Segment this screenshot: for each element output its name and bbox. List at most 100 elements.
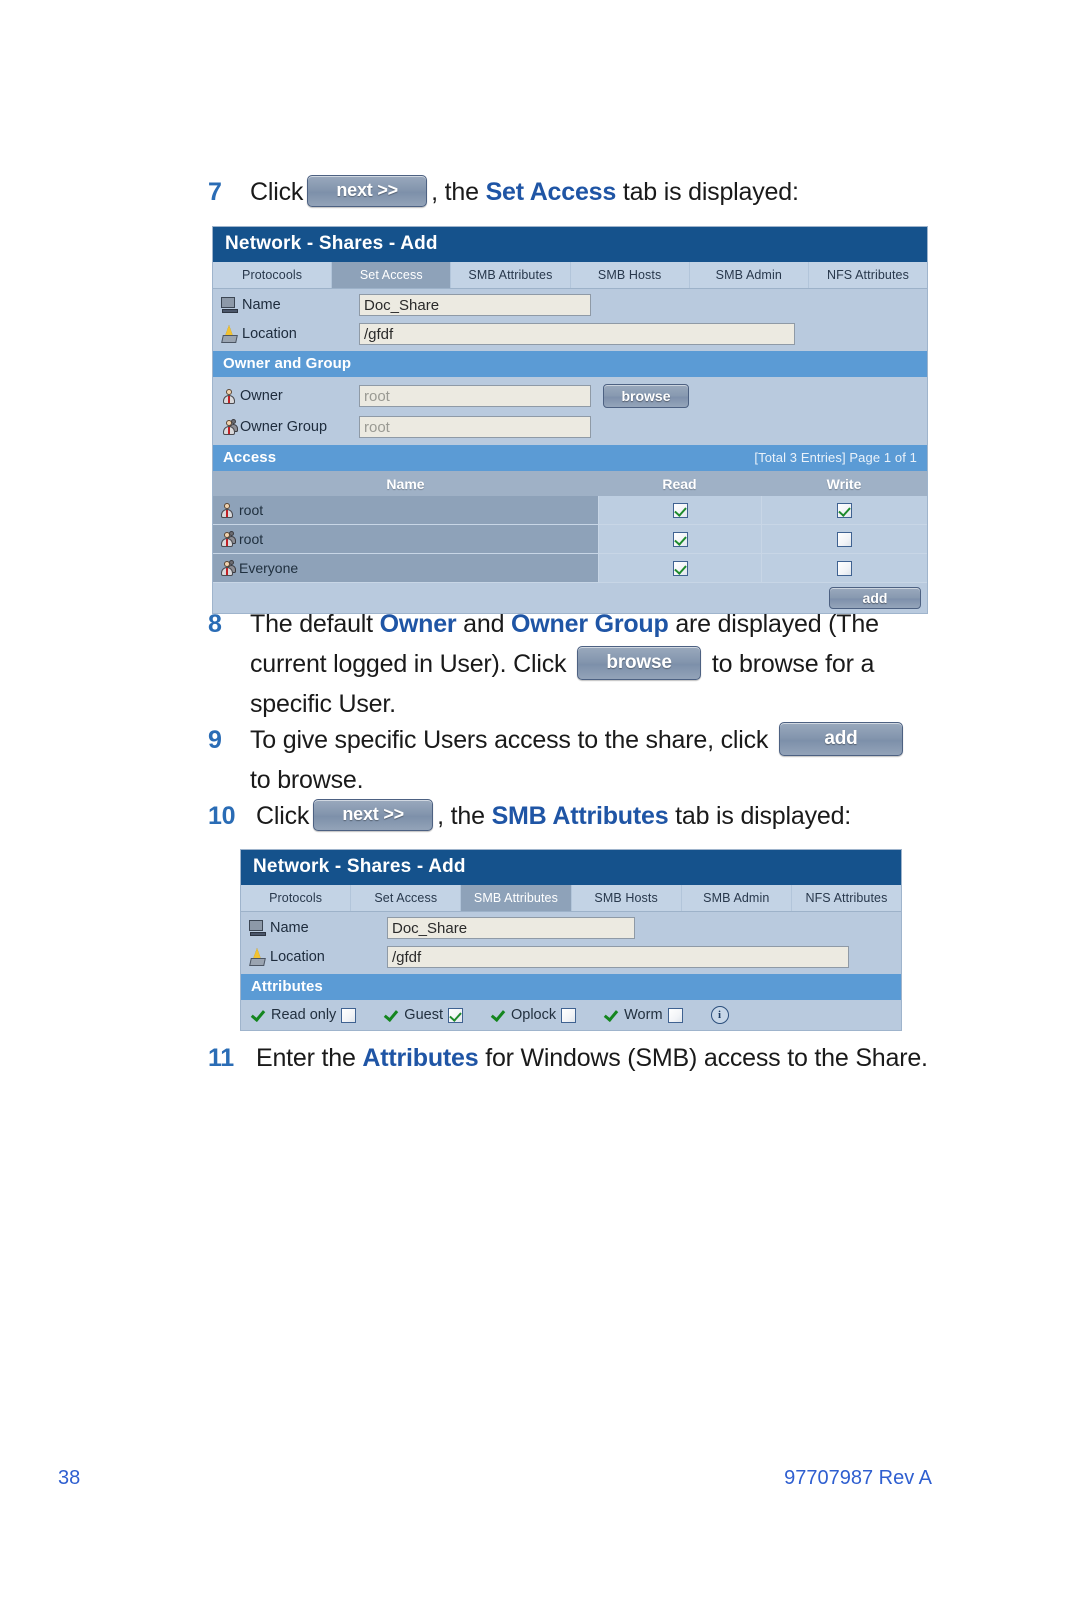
step-11-part1: Enter the: [256, 1044, 363, 1072]
info-icon[interactable]: i: [710, 1006, 729, 1024]
check-mark-icon: [491, 1008, 506, 1022]
name-input[interactable]: Doc_Share: [359, 294, 591, 316]
attribute-read-only-label: Read only: [271, 1007, 337, 1023]
row-name-cell: root: [213, 525, 598, 553]
oplock-checkbox[interactable]: [561, 1007, 577, 1023]
group-icon: [219, 559, 236, 577]
step-10: 10 Click next >>, the SMB Attributes tab …: [208, 796, 948, 836]
column-header-read: Read: [662, 475, 697, 492]
tab-set-access[interactable]: Set Access: [332, 262, 452, 288]
browse-button[interactable]: browse: [603, 384, 689, 408]
table-row[interactable]: root: [213, 496, 927, 525]
owner-group-field-row: Owner Group root: [213, 412, 927, 445]
tab-smb-admin[interactable]: SMB Admin: [689, 262, 809, 288]
table-row[interactable]: root: [213, 525, 927, 554]
attributes-label: Attributes: [251, 978, 323, 995]
column-header-write: Write: [826, 475, 862, 492]
owner-label: Owner: [240, 388, 283, 404]
row-write-cell[interactable]: [761, 554, 927, 582]
owner-and-group-section-bar: Owner and Group: [213, 351, 927, 377]
tab-nfs-attributes[interactable]: NFS Attributes: [791, 885, 902, 911]
step-11-emphasis: Attributes: [362, 1044, 479, 1072]
tab-protocols[interactable]: Protocols: [241, 885, 352, 911]
browse-button-inline-8[interactable]: browse: [577, 646, 702, 681]
attribute-guest-label: Guest: [404, 1007, 443, 1023]
step-8-part1: The default: [250, 610, 380, 638]
owner-group-input[interactable]: root: [359, 416, 591, 438]
tab-smb-hosts[interactable]: SMB Hosts: [570, 262, 690, 288]
row-read-cell[interactable]: [598, 496, 761, 524]
smb-title-bar: Network - Shares - Add: [241, 850, 901, 885]
check-mark-icon: [251, 1008, 266, 1022]
owner-input[interactable]: root: [359, 385, 591, 407]
tab-protocools[interactable]: Protocools: [213, 262, 333, 288]
share-icon: [249, 920, 268, 936]
user-icon: [221, 388, 238, 405]
set-access-title-bar: Network - Shares - Add: [213, 227, 927, 262]
next-button-inline-10[interactable]: next >>: [313, 799, 434, 832]
step-10-text-middle: , the: [437, 802, 492, 830]
tab-smb-attributes[interactable]: SMB Attributes: [461, 885, 572, 911]
step-7: 7 Click next >>, the Set Access tab is di…: [208, 172, 948, 212]
step-11: 11 Enter the Attributes for Windows (SMB…: [208, 1038, 948, 1078]
smb-tab-bar: Protocols Set Access SMB Attributes SMB …: [241, 885, 902, 912]
smb-location-input[interactable]: /gfdf: [387, 946, 849, 968]
owner-group-label: Owner Group: [240, 419, 328, 435]
write-checkbox[interactable]: [837, 502, 852, 518]
location-input[interactable]: /gfdf: [359, 323, 795, 345]
row-name-label: root: [239, 502, 264, 518]
row-write-cell[interactable]: [761, 525, 927, 553]
tab-smb-admin[interactable]: SMB Admin: [681, 885, 792, 911]
tab-set-access[interactable]: Set Access: [351, 885, 462, 911]
screenshot-smb-attributes: Network - Shares - Add Protocols Set Acc…: [240, 849, 902, 1031]
read-checkbox[interactable]: [672, 531, 688, 547]
write-checkbox[interactable]: [837, 531, 852, 547]
tab-smb-attributes[interactable]: SMB Attributes: [451, 262, 571, 288]
row-name-cell: root: [213, 496, 598, 524]
row-name-cell: Everyone: [213, 554, 598, 582]
attribute-read-only[interactable]: Read only: [251, 1007, 357, 1023]
check-mark-icon: [604, 1008, 619, 1022]
location-field-row: Location /gfdf: [213, 321, 927, 351]
next-button-inline-7[interactable]: next >>: [307, 175, 428, 208]
document-page: 7 Click next >>, the Set Access tab is di…: [0, 0, 1080, 1619]
attribute-worm[interactable]: Worm: [604, 1007, 683, 1023]
column-header-name: Name: [386, 475, 425, 492]
share-icon: [221, 297, 240, 313]
owner-field-row: Owner root browse: [213, 377, 927, 412]
read-only-checkbox[interactable]: [341, 1007, 357, 1023]
location-icon: [221, 325, 240, 343]
step-7-text-before: Click: [250, 178, 304, 206]
worm-checkbox[interactable]: [667, 1007, 683, 1023]
tab-nfs-attributes[interactable]: NFS Attributes: [808, 262, 928, 288]
read-checkbox[interactable]: [672, 502, 688, 518]
attributes-section-bar: Attributes: [241, 974, 901, 1000]
step-8-text: The default Owner and Owner Group are di…: [250, 604, 900, 724]
access-label: Access: [223, 449, 277, 466]
tab-smb-hosts[interactable]: SMB Hosts: [571, 885, 682, 911]
screenshot-set-access: Network - Shares - Add Protocools Set Ac…: [212, 226, 928, 614]
step-9-number: 9: [208, 726, 222, 754]
attribute-guest[interactable]: Guest: [384, 1007, 463, 1023]
step-8-owner-emphasis: Owner: [379, 610, 457, 638]
step-9-part1: To give specific Users access to the sha…: [250, 726, 775, 754]
attribute-oplock[interactable]: Oplock: [491, 1007, 577, 1023]
step-10-text-after: tab is displayed:: [668, 802, 852, 830]
owner-group-field-label-group: Owner Group: [221, 418, 359, 436]
add-button-inline-9[interactable]: add: [778, 722, 903, 757]
smb-location-label: Location: [270, 949, 325, 965]
smb-name-field-row: Name Doc_Share: [241, 912, 901, 944]
row-write-cell[interactable]: [761, 496, 927, 524]
guest-checkbox[interactable]: [447, 1007, 463, 1023]
location-icon: [249, 948, 268, 966]
group-icon: [221, 418, 238, 436]
read-checkbox[interactable]: [672, 560, 688, 576]
smb-name-input[interactable]: Doc_Share: [387, 917, 635, 939]
step-7-emphasis: Set Access: [485, 178, 617, 206]
write-checkbox[interactable]: [837, 560, 852, 576]
row-read-cell[interactable]: [598, 554, 761, 582]
smb-name-label: Name: [270, 920, 309, 936]
table-row[interactable]: Everyone: [213, 554, 927, 583]
step-11-part2: for Windows (SMB) access to the Share.: [478, 1044, 928, 1072]
row-read-cell[interactable]: [598, 525, 761, 553]
